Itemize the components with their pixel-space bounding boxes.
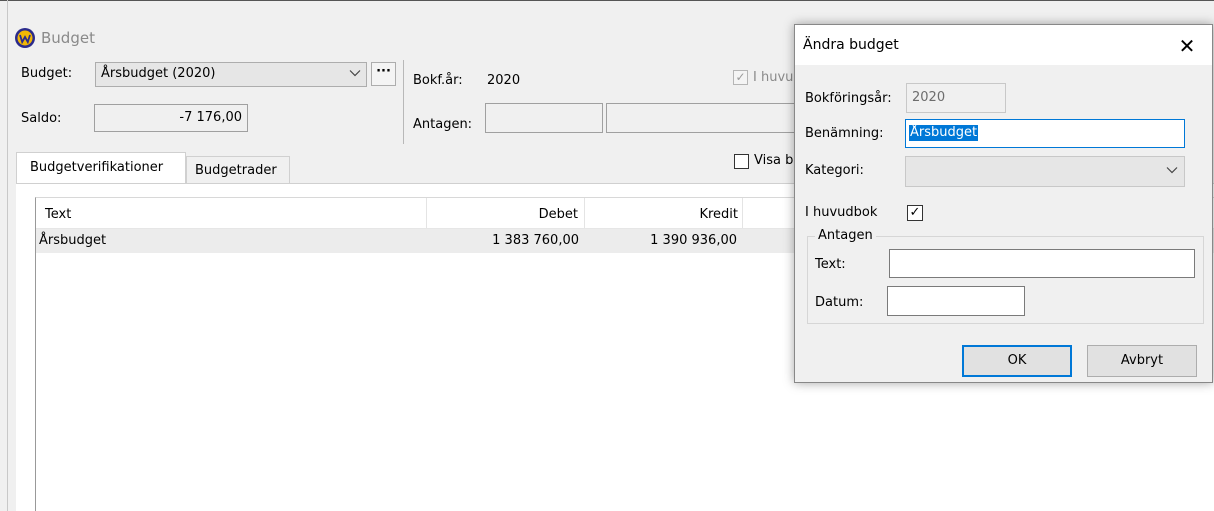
tab-budgetrader[interactable]: Budgetrader [186, 156, 290, 184]
chevron-down-icon [349, 67, 361, 84]
close-icon[interactable]: ✕ [1167, 31, 1207, 61]
visa-checkbox[interactable] [734, 154, 749, 169]
i-huvudbok-label: I huvudbok [805, 205, 878, 220]
window-top-edge [0, 0, 1214, 1]
budget-select[interactable]: Årsbudget (2020) [95, 62, 367, 87]
ok-button[interactable]: OK [962, 345, 1072, 377]
row-text: Årsbudget [39, 233, 107, 248]
saldo-value: -7 176,00 [179, 110, 242, 125]
row-debet: 1 383 760,00 [492, 233, 579, 248]
bokforingsar-value: 2020 [912, 90, 946, 105]
column-separator[interactable] [584, 198, 585, 228]
antagen-label: Antagen: [413, 117, 473, 132]
column-header-debet[interactable]: Debet [539, 207, 578, 223]
antagen-date-field [606, 103, 796, 133]
bokforingsar-label: Bokföringsår: [805, 91, 892, 106]
saldo-field: -7 176,00 [94, 104, 248, 132]
column-header-kredit[interactable]: Kredit [699, 207, 738, 223]
tab-label: Budgetverifikationer [30, 160, 164, 175]
antagen-text-field [485, 103, 603, 133]
benamning-input[interactable]: Årsbudget [905, 119, 1185, 148]
datum-input[interactable] [887, 286, 1025, 316]
bokforingsar-field: 2020 [906, 83, 1006, 113]
dialog-title: Ändra budget [803, 37, 899, 53]
more-options-button[interactable]: ··· [371, 62, 396, 86]
benamning-value: Årsbudget [909, 125, 979, 141]
app-logo-icon [14, 27, 36, 49]
bokfar-label: Bokf.år: [413, 73, 463, 88]
i-huvudbok-label: I huvu [753, 70, 794, 85]
cancel-button[interactable]: Avbryt [1087, 345, 1197, 377]
datum-label: Datum: [815, 295, 864, 310]
window-title: Budget [41, 29, 95, 47]
i-huvudbok-checkbox[interactable]: ✓ [907, 205, 923, 221]
visa-label: Visa b [754, 153, 794, 168]
budget-select-value: Årsbudget (2020) [101, 66, 216, 81]
dialog-titlebar[interactable]: Ändra budget ✕ [795, 25, 1212, 65]
text-label: Text: [815, 257, 846, 272]
antagen-text-input[interactable] [889, 249, 1195, 278]
chevron-down-icon [1166, 164, 1178, 181]
i-huvudbok-checkbox: ✓ [733, 70, 748, 85]
tab-budgetverifikationer[interactable]: Budgetverifikationer [16, 152, 186, 184]
row-kredit: 1 390 936,00 [650, 233, 737, 248]
column-separator[interactable] [742, 198, 743, 228]
antagen-group-label: Antagen [815, 228, 876, 244]
saldo-label: Saldo: [21, 111, 62, 126]
andra-budget-dialog: Ändra budget ✕ Bokföringsår: 2020 Benämn… [794, 24, 1213, 383]
kategori-label: Kategori: [805, 163, 864, 178]
column-separator[interactable] [426, 198, 427, 228]
benamning-label: Benämning: [805, 126, 884, 141]
budget-label: Budget: [21, 66, 73, 81]
window-left-edge [7, 0, 8, 511]
tab-label: Budgetrader [195, 163, 277, 178]
column-header-text[interactable]: Text [45, 207, 71, 223]
kategori-select[interactable] [905, 156, 1185, 187]
bokfar-value: 2020 [487, 73, 521, 88]
section-divider [403, 60, 404, 144]
